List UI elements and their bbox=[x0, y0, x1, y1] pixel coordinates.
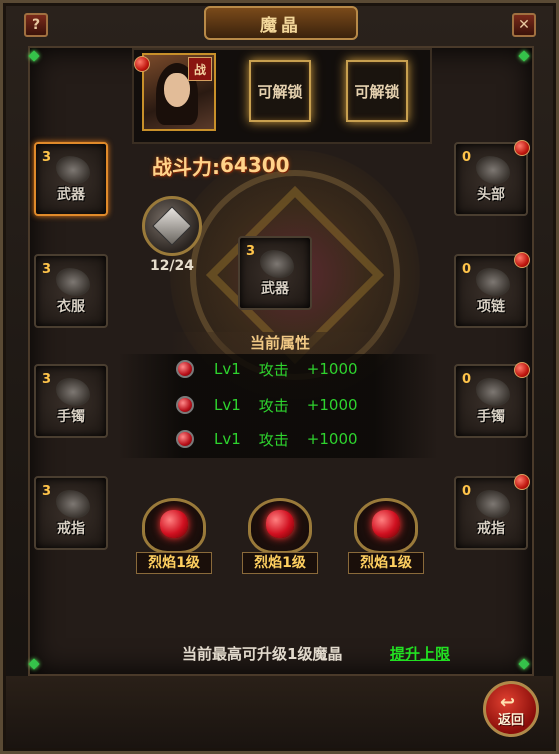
ruby-icon bbox=[266, 510, 294, 538]
crystal-count: 12/24 bbox=[149, 258, 195, 274]
slot-label: 头部 bbox=[477, 187, 505, 203]
diamond-icon bbox=[152, 206, 192, 246]
attribute-row: Lv1 攻击 +1000 bbox=[176, 428, 376, 450]
attribute-level: Lv1 bbox=[214, 430, 241, 448]
slot-count: 0 bbox=[462, 484, 472, 499]
slot-label: 衣服 bbox=[57, 299, 85, 315]
attribute-stat: 攻击 bbox=[258, 396, 289, 415]
window-title: 魔晶 bbox=[204, 6, 358, 40]
red-gem-icon bbox=[176, 430, 194, 448]
ruby-icon bbox=[372, 510, 400, 538]
red-gem-icon bbox=[176, 396, 194, 414]
crystal-badge[interactable] bbox=[142, 196, 202, 256]
attribute-bonus: +1000 bbox=[306, 396, 358, 414]
sword-icon bbox=[56, 156, 90, 184]
helmet-icon bbox=[476, 156, 510, 184]
slot-count: 0 bbox=[462, 262, 472, 277]
return-arrow-icon: ↩ bbox=[500, 692, 516, 713]
raise-limit-link[interactable]: 提升上限 bbox=[390, 643, 450, 664]
attribute-bonus: +1000 bbox=[306, 360, 358, 378]
slot-necklace[interactable]: 0 项链 bbox=[454, 252, 530, 328]
slot-label: 项链 bbox=[477, 299, 505, 315]
portrait-face bbox=[164, 73, 190, 107]
slot-label: 手镯 bbox=[57, 409, 85, 425]
unlock-slot-button[interactable]: 可解锁 bbox=[346, 60, 408, 122]
slot-count: 0 bbox=[462, 372, 472, 387]
fire-gem-label: 烈焰1级 bbox=[136, 552, 212, 574]
necklace-icon bbox=[476, 268, 510, 296]
slot-bracelet-right[interactable]: 0 手镯 bbox=[454, 362, 530, 438]
attribute-bonus: +1000 bbox=[306, 430, 358, 448]
combat-power-value: 64300 bbox=[220, 153, 290, 177]
attribute-stat: 攻击 bbox=[258, 430, 289, 449]
slot-bracelet-left[interactable]: 3 手镯 bbox=[34, 364, 108, 438]
class-badge: 战 bbox=[188, 57, 212, 81]
slot-label: 武器 bbox=[57, 187, 85, 203]
fire-gem-label: 烈焰1级 bbox=[242, 552, 318, 574]
ring-icon bbox=[476, 490, 510, 518]
combat-power-label: 战斗力: bbox=[152, 154, 220, 179]
slot-count: 3 bbox=[42, 150, 52, 165]
slot-label: 戒指 bbox=[477, 521, 505, 537]
combat-power: 战斗力: 64300 bbox=[152, 150, 290, 180]
slot-label: 戒指 bbox=[57, 521, 85, 537]
unlock-slot-button[interactable]: 可解锁 bbox=[249, 60, 311, 122]
slot-count: 3 bbox=[42, 484, 52, 499]
attribute-level: Lv1 bbox=[214, 396, 241, 414]
attribute-row: Lv1 攻击 +1000 bbox=[176, 394, 376, 416]
slot-label: 武器 bbox=[261, 281, 289, 297]
attribute-level: Lv1 bbox=[214, 360, 241, 378]
red-gem-icon bbox=[176, 360, 194, 378]
bracelet-icon bbox=[476, 378, 510, 406]
fire-gem-slot[interactable]: 烈焰1级 bbox=[236, 498, 324, 578]
notification-dot-icon bbox=[514, 252, 530, 268]
slot-clothes[interactable]: 3 衣服 bbox=[34, 254, 108, 328]
attribute-header: 当前属性 bbox=[170, 332, 390, 354]
ring-icon bbox=[56, 490, 90, 518]
notification-dot-icon bbox=[514, 140, 530, 156]
bracelet-icon bbox=[56, 378, 90, 406]
close-button[interactable]: ✕ bbox=[512, 13, 536, 37]
back-button[interactable]: ↩ 返回 bbox=[483, 681, 539, 737]
slot-count: 3 bbox=[42, 262, 52, 277]
ruby-icon bbox=[160, 510, 188, 538]
help-button[interactable]: ? bbox=[24, 13, 48, 37]
fire-gem-label: 烈焰1级 bbox=[348, 552, 424, 574]
sword-icon bbox=[260, 250, 294, 278]
fire-gem-slot[interactable]: 烈焰1级 bbox=[130, 498, 218, 578]
notification-dot-icon bbox=[514, 362, 530, 378]
armor-icon bbox=[56, 268, 90, 296]
attribute-stat: 攻击 bbox=[258, 360, 289, 379]
slot-count: 3 bbox=[42, 372, 52, 387]
slot-ring-left[interactable]: 3 戒指 bbox=[34, 476, 108, 550]
character-portrait[interactable]: 战 bbox=[142, 53, 216, 131]
notification-dot-icon bbox=[134, 56, 150, 72]
slot-ring-right[interactable]: 0 戒指 bbox=[454, 474, 530, 550]
slot-label: 手镯 bbox=[477, 409, 505, 425]
slot-count: 3 bbox=[246, 244, 256, 259]
upgrade-limit-text: 当前最高可升级1级魔晶 bbox=[182, 645, 343, 663]
slot-head[interactable]: 0 头部 bbox=[454, 140, 530, 216]
slot-weapon[interactable]: 3 武器 bbox=[34, 142, 108, 216]
slot-count: 0 bbox=[462, 150, 472, 165]
attribute-row: Lv1 攻击 +1000 bbox=[176, 358, 376, 380]
center-slot-weapon[interactable]: 3 武器 bbox=[238, 236, 312, 310]
bottom-strip bbox=[6, 676, 553, 748]
notification-dot-icon bbox=[514, 474, 530, 490]
fire-gem-slot[interactable]: 烈焰1级 bbox=[342, 498, 430, 578]
